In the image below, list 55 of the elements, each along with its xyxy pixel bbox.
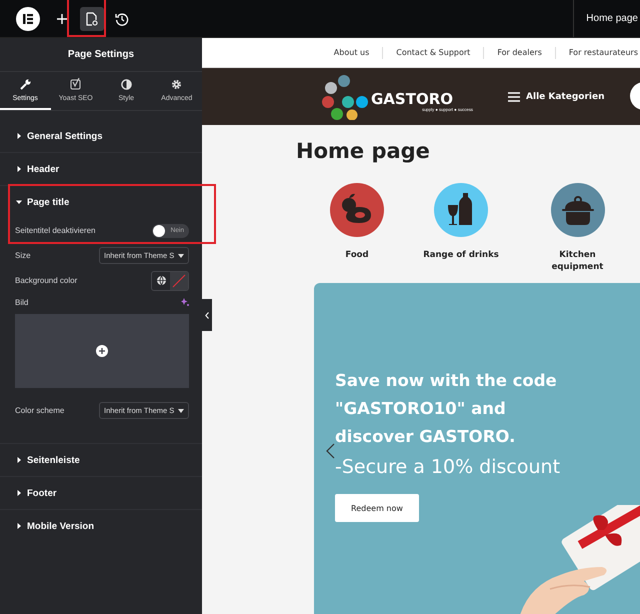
categories-menu-button[interactable]: Alle Kategorien <box>508 92 605 102</box>
caret-icon <box>178 254 184 258</box>
color-picker[interactable] <box>151 270 189 290</box>
redeem-button[interactable]: Redeem now <box>335 494 419 522</box>
caret-icon <box>16 523 22 529</box>
field-label: Seitentitel deaktivieren <box>15 226 96 235</box>
chevron-left-icon <box>205 312 209 318</box>
caret-icon <box>16 133 22 139</box>
section-header[interactable]: Footer <box>0 477 202 509</box>
page-tab[interactable]: Home page <box>573 0 640 37</box>
section-header[interactable]: Page title <box>0 186 202 218</box>
section-header[interactable]: Seitenleiste <box>0 444 202 476</box>
category-label[interactable]: Food <box>325 249 389 261</box>
contrast-icon <box>120 78 132 90</box>
section-header[interactable]: Mobile Version <box>0 510 202 542</box>
banner-subheading: -Secure a 10% discount <box>335 456 562 478</box>
section-header[interactable]: Header <box>0 153 202 185</box>
add-icon <box>96 345 108 357</box>
page-settings-icon[interactable] <box>86 12 98 26</box>
page-heading: Home page <box>296 139 431 163</box>
field-label: Color scheme <box>15 406 64 415</box>
field-label: Background color <box>15 276 78 285</box>
category-label[interactable]: Kitchen equipment <box>546 249 610 273</box>
logo-dots-icon <box>322 74 370 120</box>
gear-icon <box>171 78 182 90</box>
caret-icon <box>16 457 22 463</box>
caret-icon <box>16 199 22 205</box>
chevron-left-icon[interactable] <box>326 443 335 459</box>
sparkle-icon[interactable] <box>181 298 189 306</box>
category-label[interactable]: Range of drinks <box>416 249 506 261</box>
category-icon[interactable] <box>330 183 384 237</box>
no-color-icon <box>172 274 186 288</box>
nav-link[interactable]: For dealers <box>483 46 555 58</box>
banner-heading: Save now with the code "GASTORO10" and discover GASTORO. <box>335 370 558 448</box>
logo-icon[interactable] <box>16 6 40 30</box>
yoast-icon <box>70 78 82 90</box>
category-icon[interactable] <box>434 183 488 237</box>
collapse-handle[interactable] <box>202 299 212 331</box>
category-icon[interactable] <box>550 183 604 237</box>
globe-icon <box>156 276 166 285</box>
field-label: Bild <box>15 298 28 306</box>
nav-link[interactable]: Contact & Support <box>382 46 484 58</box>
wrench-icon <box>20 78 31 90</box>
caret-icon <box>16 166 22 172</box>
field-label: Size <box>15 251 31 260</box>
caret-icon <box>178 408 184 412</box>
menu-icon <box>508 92 520 102</box>
logo-wordmark: GASTORO <box>371 90 454 106</box>
section-header[interactable]: General Settings <box>0 120 202 152</box>
nav-link[interactable]: For restaurateurs <box>554 46 640 58</box>
caret-icon <box>16 490 22 496</box>
history-icon[interactable] <box>115 12 129 26</box>
add-icon[interactable] <box>56 12 68 24</box>
toolbar-button[interactable] <box>80 6 104 30</box>
nav-link[interactable]: About us <box>320 46 382 58</box>
